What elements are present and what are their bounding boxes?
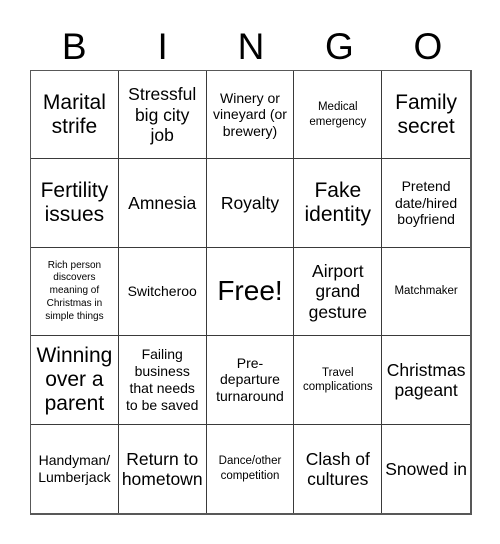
bingo-cell[interactable]: Dance/other competition [207,424,295,513]
bingo-cell[interactable]: Rich person discovers meaning of Christm… [31,247,119,337]
bingo-cell-label: Matchmaker [394,285,458,298]
bingo-cell-label: Stressful big city job [128,84,197,145]
bingo-cell-label: Royalty [220,192,280,213]
bingo-grid: Marital strife Stressful big city job Wine… [30,70,472,515]
bingo-cell[interactable]: Handyman/ Lumberjack [31,424,119,513]
bingo-header-letter-g: G [325,25,354,67]
bingo-cell[interactable]: Return to hometown [119,424,207,513]
bingo-cell-label: Fake identity [304,179,372,227]
bingo-cell-label: Amnesia [128,192,197,213]
bingo-cell-label: Failing business that needs to be saved [126,346,199,413]
bingo-cell[interactable]: Fertility issues [31,159,119,248]
bingo-cell[interactable]: Family secret [382,71,470,160]
bingo-header-letter-o: O [413,25,443,67]
bingo-cell[interactable]: Pretend date/hired boyfriend [382,159,470,248]
bingo-cell-label: Fertility issues [40,179,109,227]
bingo-cell-label: Travel complications [302,366,373,393]
bingo-header-letter-n: N [237,25,265,67]
bingo-cell-label: Pretend date/hired boyfriend [394,177,458,228]
bingo-cell[interactable]: Clash of cultures [294,424,383,513]
bingo-cell-label: Christmas pageant [386,359,466,400]
bingo-cell[interactable]: Winery or vineyard (or brewery) [206,71,295,160]
bingo-cell-label: Switcheroo [127,283,197,300]
bingo-cell[interactable]: Marital strife [31,71,119,160]
bingo-cell-label: Dance/other competition [218,455,282,482]
bingo-cell[interactable]: Royalty [206,159,295,248]
bingo-cell[interactable]: Christmas pageant [382,336,470,425]
bingo-cell-label: Free! [217,275,283,307]
bingo-cell-label: Winning over a parent [36,343,113,415]
bingo-cell[interactable]: Medical emergency [294,71,383,160]
bingo-cell[interactable]: Airport grand gesture [294,247,383,337]
bingo-header-letter-i: I [157,25,168,67]
bingo-free-space[interactable]: Free! [206,247,295,337]
bingo-cell[interactable]: Switcheroo [118,247,207,337]
bingo-cell-label: Medical emergency [309,101,367,128]
bingo-cell-label: Rich person discovers meaning of Christm… [45,259,104,322]
bingo-cell-label: Family secret [395,90,458,138]
bingo-header: B I N G O [30,22,472,70]
bingo-cell-label: Pre-departure turnaround [216,354,284,405]
bingo-cell-label: Return to hometown [121,448,203,489]
bingo-cell-label: Airport grand gesture [308,261,367,322]
bingo-header-letter-b: B [61,25,87,67]
bingo-cell[interactable]: Snowed in [382,425,470,513]
bingo-cell[interactable]: Travel complications [294,336,383,425]
bingo-cell[interactable]: Fake identity [294,159,383,248]
bingo-cell-label: Handyman/ Lumberjack [38,452,111,485]
bingo-cell[interactable]: Winning over a parent [31,336,119,425]
bingo-cell[interactable]: Amnesia [118,159,207,248]
bingo-card: B I N G O Marital strife Stressful big ci… [0,0,500,544]
bingo-cell[interactable]: Pre-departure turnaround [206,336,295,425]
bingo-cell-label: Winery or vineyard (or brewery) [213,89,287,140]
bingo-cell-label: Clash of cultures [305,448,370,489]
bingo-cell[interactable]: Matchmaker [382,248,470,337]
bingo-cell-label: Snowed in [385,458,467,479]
bingo-cell[interactable]: Failing business that needs to be saved [118,336,207,425]
bingo-cell[interactable]: Stressful big city job [118,71,207,160]
bingo-cell-label: Marital strife [42,90,106,138]
